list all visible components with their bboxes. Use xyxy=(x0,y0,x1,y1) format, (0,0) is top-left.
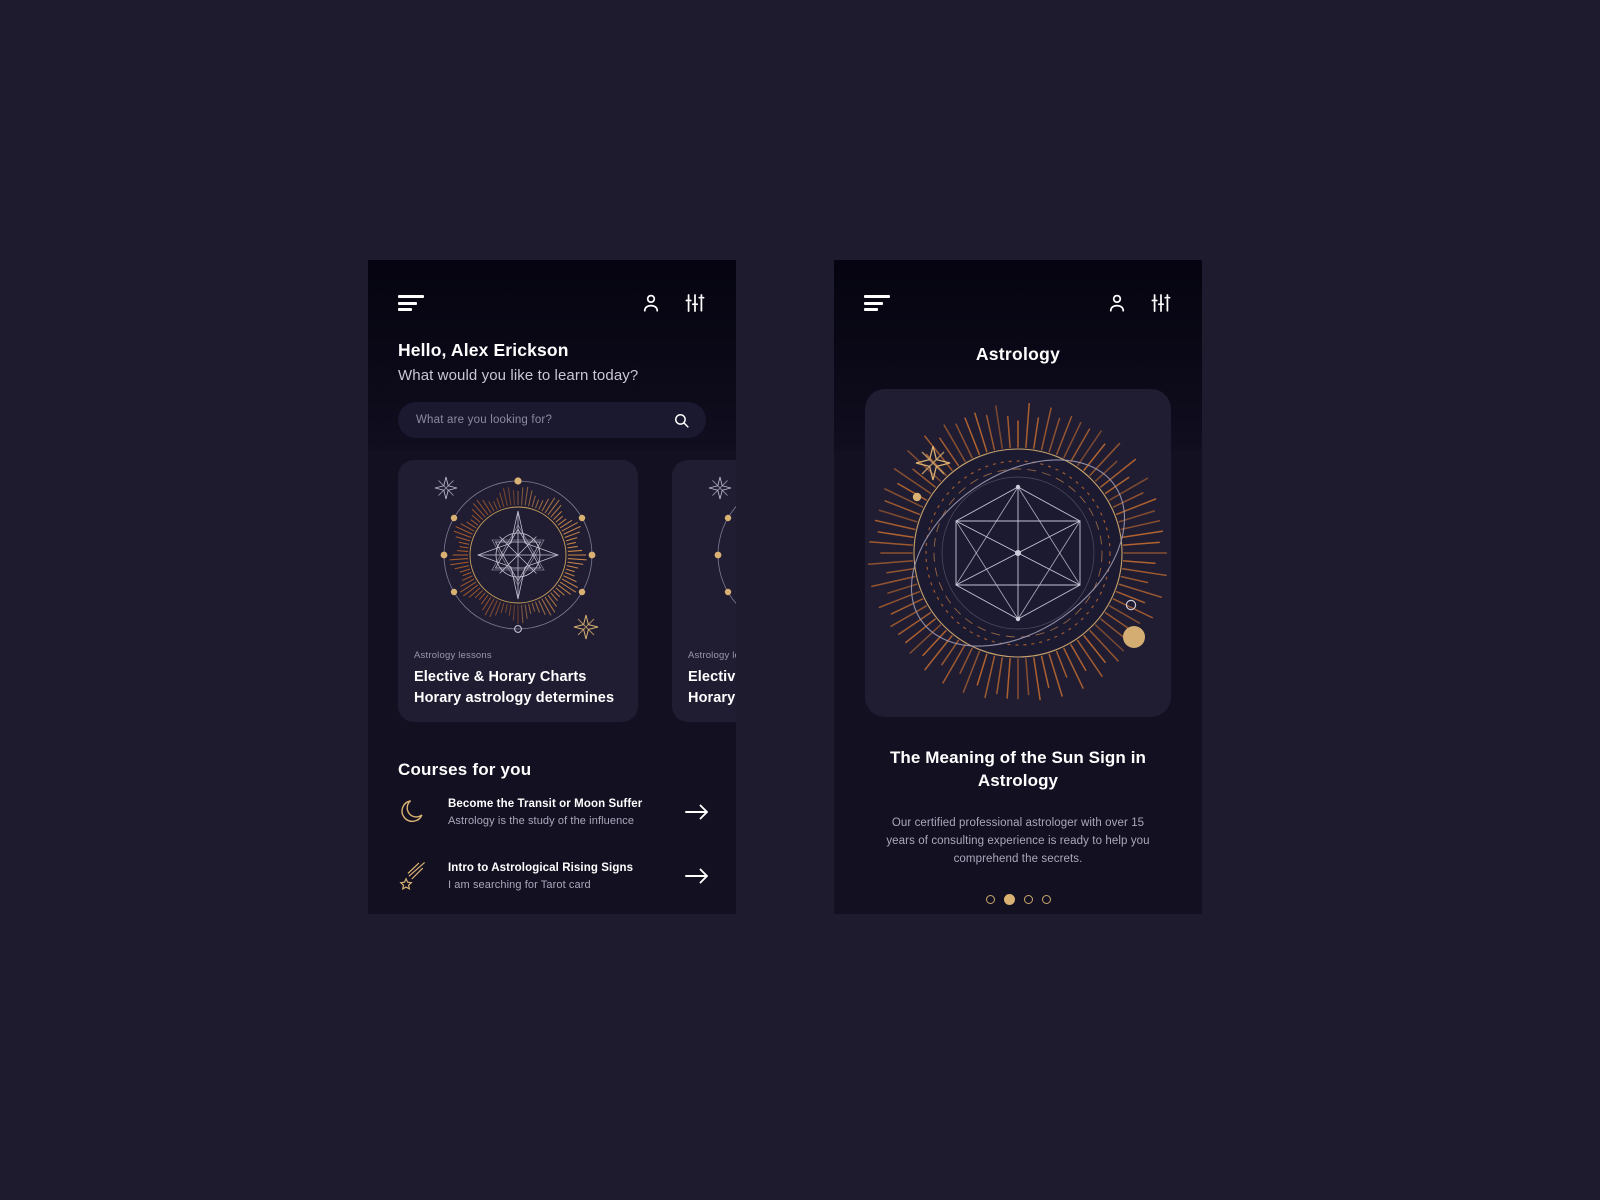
greeting-name: Hello, Alex Erickson xyxy=(398,340,706,361)
carousel-pagination[interactable] xyxy=(834,894,1202,905)
pagination-dot[interactable] xyxy=(1024,895,1033,904)
course-card[interactable]: Astrology lessons Elective & Horary Char… xyxy=(672,460,736,722)
hamburger-menu-icon[interactable] xyxy=(864,295,890,311)
course-description: I am searching for Tarot card xyxy=(448,879,666,891)
crescent-moon-icon xyxy=(398,796,430,828)
list-item[interactable]: Intro to Astrological Rising Signs I am … xyxy=(368,844,736,908)
app-bar-actions xyxy=(640,292,706,314)
course-card-title-line2: Horary astrology determines xyxy=(414,689,622,708)
app-bar-detail xyxy=(834,260,1202,314)
list-item-text: Become the Transit or Moon Suffer Astrol… xyxy=(448,798,666,827)
course-card-carousel[interactable]: Astrology lessons Elective & Horary Char… xyxy=(368,460,736,722)
search-icon[interactable] xyxy=(673,412,690,429)
sliders-filter-icon[interactable] xyxy=(684,292,706,314)
greeting-block: Hello, Alex Erickson What would you like… xyxy=(368,314,736,384)
hero-heading: The Meaning of the Sun Sign in Astrology xyxy=(868,747,1168,793)
hero-body-text: Our certified professional astrologer wi… xyxy=(876,815,1160,868)
sliders-filter-icon[interactable] xyxy=(1150,292,1172,314)
search-placeholder: What are you looking for? xyxy=(416,414,552,426)
arrow-right-icon[interactable] xyxy=(684,802,710,822)
course-name: Intro to Astrological Rising Signs xyxy=(448,862,666,874)
course-card-kicker: Astrology lessons xyxy=(688,650,736,661)
course-description: Astrology is the study of the influence xyxy=(448,815,666,827)
astrology-compass-illustration xyxy=(672,460,736,650)
hamburger-menu-icon[interactable] xyxy=(398,295,424,311)
greeting-subtitle: What would you like to learn today? xyxy=(398,367,706,384)
screenshot-stage: Hello, Alex Erickson What would you like… xyxy=(0,0,1600,1200)
phone-screen-detail: Astrology The Meaning of the Sun Sign in… xyxy=(834,260,1202,914)
search-input[interactable]: What are you looking for? xyxy=(398,402,706,438)
pagination-dot-active[interactable] xyxy=(1004,894,1015,905)
sun-sign-mandala-illustration xyxy=(865,389,1171,717)
course-name: Become the Transit or Moon Suffer xyxy=(448,798,666,810)
app-bar-actions xyxy=(1106,292,1172,314)
search-section: What are you looking for? xyxy=(368,384,736,438)
course-card-meta: Astrology lessons Elective & Horary Char… xyxy=(398,650,638,708)
list-item[interactable]: Become the Transit or Moon Suffer Astrol… xyxy=(368,780,736,844)
course-card-title-line2: Horary astrology determines xyxy=(688,689,736,708)
user-profile-icon[interactable] xyxy=(640,292,662,314)
user-profile-icon[interactable] xyxy=(1106,292,1128,314)
phone-screen-home: Hello, Alex Erickson What would you like… xyxy=(368,260,736,914)
course-card-title-line1: Elective & Horary Charts xyxy=(414,668,622,687)
pagination-dot[interactable] xyxy=(986,895,995,904)
app-bar-home xyxy=(368,260,736,314)
course-card-meta: Astrology lessons Elective & Horary Char… xyxy=(672,650,736,708)
page-title: Astrology xyxy=(834,344,1202,365)
list-item-text: Intro to Astrological Rising Signs I am … xyxy=(448,862,666,891)
astrology-compass-illustration xyxy=(398,460,638,650)
course-card[interactable]: Astrology lessons Elective & Horary Char… xyxy=(398,460,638,722)
course-card-kicker: Astrology lessons xyxy=(414,650,622,661)
pagination-dot[interactable] xyxy=(1042,895,1051,904)
courses-heading: Courses for you xyxy=(398,760,736,780)
course-card-title-line1: Elective & Horary Charts xyxy=(688,668,736,687)
shooting-star-icon xyxy=(398,860,430,892)
arrow-right-icon[interactable] xyxy=(684,866,710,886)
